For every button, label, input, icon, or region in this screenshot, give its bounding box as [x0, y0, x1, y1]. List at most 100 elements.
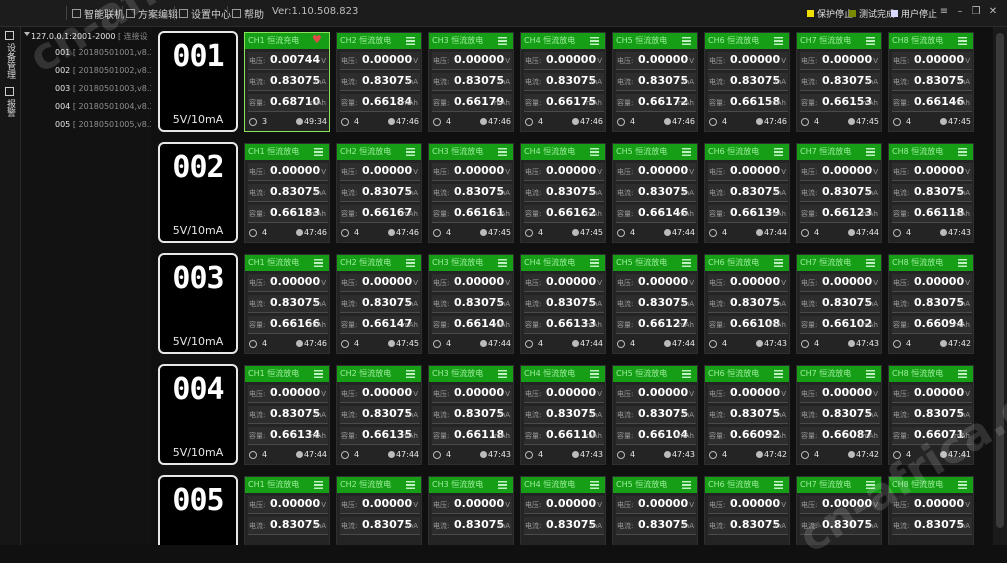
device-card[interactable]: 001 5V/10mA	[158, 31, 238, 132]
field-label: 电压:	[893, 57, 910, 65]
level-icon	[682, 259, 691, 267]
channel-panel[interactable]: CH1 恒流放电 电压: 0.00000 V 电流: 0.83075 mA 容量: 0.6616…	[244, 254, 330, 354]
channel-footer: 4 47:42	[800, 450, 880, 462]
channel-panel[interactable]: CH8 恒流放电 电压: 0.00000 V 电流: 0.83075 mA 容量: 0.6611…	[888, 143, 974, 243]
field-value: 0.83075	[914, 74, 965, 87]
cycle-icon	[341, 340, 349, 348]
field-unit: mAh	[585, 210, 602, 218]
channel-panel[interactable]: CH7 恒流放电 电压: 0.00000 V 电流: 0.83075 mA 容量: 0.6610…	[796, 254, 882, 354]
channel-panel[interactable]: CH1 恒流放电 电压: 0.00000 V 电流: 0.83075 mA 容量: 0.6618…	[244, 143, 330, 243]
channel-panel[interactable]: CH5 恒流放电 电压: 0.00000 V 电流: 0.83075 mA 容量: 0.6614…	[612, 143, 698, 243]
channel-panel[interactable]: CH3 恒流放电 电压: 0.00000 V 电流: 0.83075 mA	[428, 476, 514, 545]
channel-panel[interactable]: CH2 恒流放电 电压: 0.00000 V 电流: 0.83075 mA 容量: 0.6613…	[336, 365, 422, 465]
channel-panel[interactable]: CH2 恒流放电 电压: 0.00000 V 电流: 0.83075 mA	[336, 476, 422, 545]
channel-header: CH8 恒流放电	[889, 144, 973, 160]
channel-panel[interactable]: CH4 恒流放电 电压: 0.00000 V 电流: 0.83075 mA	[520, 476, 606, 545]
menu-smart-connect[interactable]: 智能联机	[72, 6, 124, 21]
channel-panel[interactable]: CH8 恒流放电 电压: 0.00000 V 电流: 0.83075 mA 容量: 0.6614…	[888, 32, 974, 132]
scrollbar-thumb[interactable]	[996, 33, 1004, 528]
device-card[interactable]: 003 5V/10mA	[158, 253, 238, 354]
clock-icon	[664, 229, 671, 236]
elapsed-time: 47:46	[303, 339, 327, 348]
elapsed-time: 47:44	[579, 339, 603, 348]
tree-node-device[interactable]: 004 [ 20180501004,v8.3 ]	[55, 102, 151, 111]
level-icon	[314, 370, 323, 378]
channel-panel[interactable]: CH7 恒流放电 电压: 0.00000 V 电流: 0.83075 mA	[796, 476, 882, 545]
menu-icon[interactable]: ≡	[937, 5, 951, 19]
channel-panel[interactable]: CH5 恒流放电 电压: 0.00000 V 电流: 0.83075 mA	[612, 476, 698, 545]
close-icon[interactable]: ✕	[986, 5, 1000, 19]
channel-header: CH8 恒流放电	[889, 33, 973, 49]
channel-footer: 4 47:43	[616, 450, 696, 462]
channel-panel[interactable]: CH6 恒流放电 电压: 0.00000 V 电流: 0.83075 mA 容量: 0.6609…	[704, 365, 790, 465]
field-label: 电压:	[341, 57, 358, 65]
channel-panel[interactable]: CH3 恒流放电 电压: 0.00000 V 电流: 0.83075 mA 容量: 0.6614…	[428, 254, 514, 354]
channel-panel[interactable]: CH5 恒流放电 电压: 0.00000 V 电流: 0.83075 mA 容量: 0.6617…	[612, 32, 698, 132]
channel-panel[interactable]: CH4 恒流放电 电压: 0.00000 V 电流: 0.83075 mA 容量: 0.6613…	[520, 254, 606, 354]
channel-panel[interactable]: CH1 恒流放电 电压: 0.00000 V 电流: 0.83075 mA 容量: 0.6613…	[244, 365, 330, 465]
minimize-icon[interactable]: –	[953, 5, 967, 19]
elapsed-time: 47:44	[303, 450, 327, 459]
vertical-scrollbar[interactable]	[993, 27, 1007, 545]
expand-caret-icon[interactable]	[24, 32, 30, 36]
channel-panel[interactable]: CH5 恒流放电 电压: 0.00000 V 电流: 0.83075 mA 容量: 0.6610…	[612, 365, 698, 465]
channel-panel[interactable]: CH6 恒流放电 电压: 0.00000 V 电流: 0.83075 mA 容量: 0.6610…	[704, 254, 790, 354]
tab-alarm[interactable]: 报警	[3, 99, 17, 117]
channel-panel[interactable]: CH5 恒流放电 电压: 0.00000 V 电流: 0.83075 mA 容量: 0.6612…	[612, 254, 698, 354]
cycle-icon	[709, 451, 717, 459]
channel-panel[interactable]: CH4 恒流放电 电压: 0.00000 V 电流: 0.83075 mA 容量: 0.6617…	[520, 32, 606, 132]
menu-scheme-edit[interactable]: 方案编辑	[126, 6, 178, 21]
menu-help[interactable]: 帮助	[232, 6, 264, 21]
channel-panel[interactable]: CH8 恒流放电 电压: 0.00000 V 电流: 0.83075 mA 容量: 0.6609…	[888, 254, 974, 354]
field-unit: mA	[590, 78, 602, 86]
elapsed-time: 47:44	[395, 450, 419, 459]
field-unit: V	[597, 501, 602, 509]
channel-panel[interactable]: CH1 恒流充电 ♥ 电压: 0.00744 V 电流: 0.83075 mA 容量: 0.687…	[244, 32, 330, 132]
cycle-count: 4	[814, 339, 820, 348]
channel-panel[interactable]: CH3 恒流放电 电压: 0.00000 V 电流: 0.83075 mA 容量: 0.6617…	[428, 32, 514, 132]
channel-panel[interactable]: CH3 恒流放电 电压: 0.00000 V 电流: 0.83075 mA 容量: 0.6616…	[428, 143, 514, 243]
channel-panel[interactable]: CH6 恒流放电 电压: 0.00000 V 电流: 0.83075 mA 容量: 0.6613…	[704, 143, 790, 243]
tree-node-device[interactable]: 003 [ 20180501003,v8.3 ]	[55, 84, 151, 93]
restore-icon[interactable]: ❐	[969, 5, 983, 19]
capacity-row: 容量: 0.66183 mAh	[248, 205, 328, 223]
channel-panel[interactable]: CH8 恒流放电 电压: 0.00000 V 电流: 0.83075 mA 容量: 0.6607…	[888, 365, 974, 465]
tree-node-device[interactable]: 001 [ 20180501001,v8.3 ]	[55, 48, 151, 57]
channel-footer: 4 47:44	[432, 339, 512, 351]
field-value: 0.83075	[546, 407, 597, 420]
channel-panel[interactable]: CH4 恒流放电 电压: 0.00000 V 电流: 0.83075 mA 容量: 0.6616…	[520, 143, 606, 243]
channel-panel[interactable]: CH2 恒流放电 电压: 0.00000 V 电流: 0.83075 mA 容量: 0.6618…	[336, 32, 422, 132]
cycle-icon	[525, 451, 533, 459]
channel-panel[interactable]: CH4 恒流放电 电压: 0.00000 V 电流: 0.83075 mA 容量: 0.6611…	[520, 365, 606, 465]
field-value: 0.83075	[546, 185, 597, 198]
level-icon	[498, 148, 507, 156]
channel-panel[interactable]: CH8 恒流放电 电压: 0.00000 V 电流: 0.83075 mA	[888, 476, 974, 545]
field-value: 0.00000	[914, 497, 965, 510]
tree-node-device[interactable]: 002 [ 20180501002,v8.3 ]	[55, 66, 151, 75]
field-label: 电压:	[801, 57, 818, 65]
cycle-count: 4	[354, 339, 360, 348]
voltage-row: 电压: 0.00000 V	[340, 274, 420, 292]
channel-panel[interactable]: CH1 恒流放电 电压: 0.00000 V 电流: 0.83075 mA	[244, 476, 330, 545]
device-card[interactable]: 002 5V/10mA	[158, 142, 238, 243]
device-card[interactable]: 005	[158, 475, 238, 545]
channel-panel[interactable]: CH7 恒流放电 电压: 0.00000 V 电流: 0.83075 mA 容量: 0.6612…	[796, 143, 882, 243]
channel-mode: 恒流放电	[911, 258, 944, 267]
channel-panel[interactable]: CH2 恒流放电 电压: 0.00000 V 电流: 0.83075 mA 容量: 0.6614…	[336, 254, 422, 354]
channel-panel[interactable]: CH7 恒流放电 电压: 0.00000 V 电流: 0.83075 mA 容量: 0.6608…	[796, 365, 882, 465]
channel-panel[interactable]: CH2 恒流放电 电压: 0.00000 V 电流: 0.83075 mA 容量: 0.6616…	[336, 143, 422, 243]
field-unit: mAh	[953, 432, 970, 440]
menu-settings-center[interactable]: 设置中心	[179, 6, 231, 21]
channel-panel[interactable]: CH3 恒流放电 电压: 0.00000 V 电流: 0.83075 mA 容量: 0.6611…	[428, 365, 514, 465]
channel-footer: 4 47:42	[708, 450, 788, 462]
tree-root-node[interactable]: 127.0.0.1:2001-2000 [ 连接设	[31, 31, 148, 42]
channel-panel[interactable]: CH6 恒流放电 电压: 0.00000 V 电流: 0.83075 mA 容量: 0.6615…	[704, 32, 790, 132]
channel-panel[interactable]: CH6 恒流放电 电压: 0.00000 V 电流: 0.83075 mA	[704, 476, 790, 545]
field-unit: mAh	[493, 432, 510, 440]
tree-node-device[interactable]: 005 [ 20180501005,v8.3 ]	[55, 120, 151, 129]
elapsed-time: 47:46	[303, 228, 327, 237]
channel-panel[interactable]: CH7 恒流放电 电压: 0.00000 V 电流: 0.83075 mA 容量: 0.6615…	[796, 32, 882, 132]
tab-device-management[interactable]: 设备管理	[3, 43, 17, 79]
device-card[interactable]: 004 5V/10mA	[158, 364, 238, 465]
field-label: 容量:	[709, 210, 726, 218]
